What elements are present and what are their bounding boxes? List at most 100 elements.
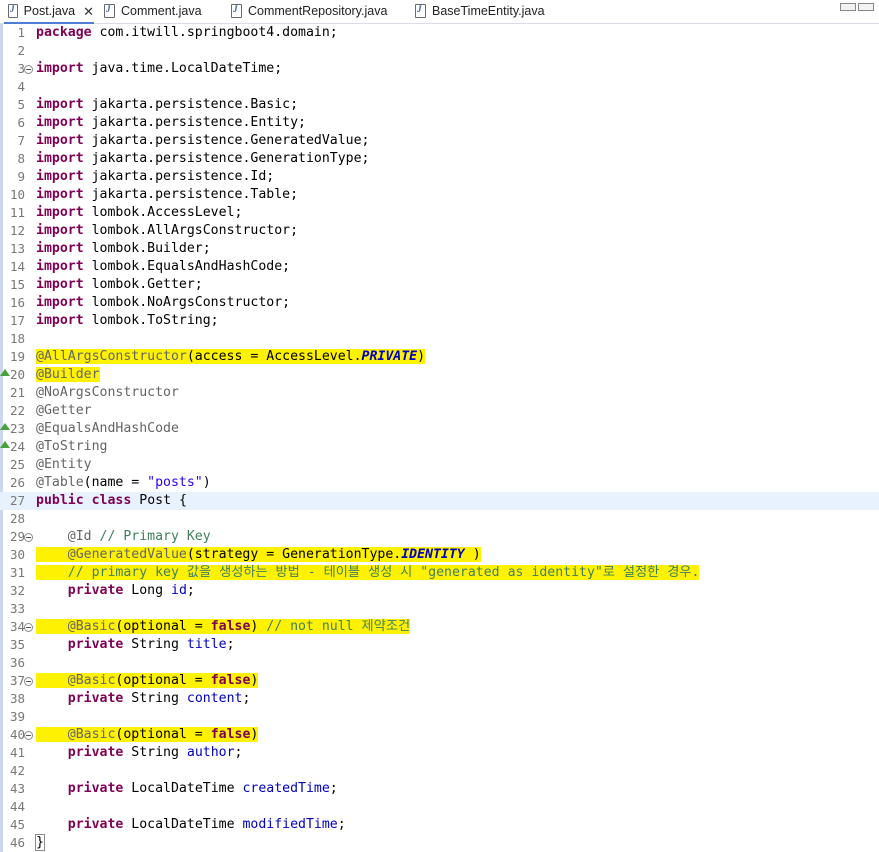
tab-base-time-entity-java[interactable]: BaseTimeEntity.java bbox=[415, 0, 545, 22]
code-line[interactable]: 22 @Getter bbox=[0, 402, 879, 420]
code-line[interactable]: 19 @AllArgsConstructor(access = AccessLev… bbox=[0, 348, 879, 366]
code-token: ) bbox=[464, 547, 481, 562]
code-line[interactable]: 29 @Id // Primary Key bbox=[0, 528, 879, 546]
code-line[interactable]: 33 bbox=[0, 600, 879, 618]
minimize-button[interactable] bbox=[840, 3, 856, 11]
code-line[interactable]: 8 import jakarta.persistence.GenerationTy… bbox=[0, 150, 879, 168]
code-line[interactable]: 3 import java.time.LocalDateTime; bbox=[0, 60, 879, 78]
code-token: import bbox=[36, 133, 84, 148]
code-line[interactable]: 31 // primary key 값을 생성하는 방법 - 테이블 생성 시 … bbox=[0, 564, 879, 582]
code-line[interactable]: 34 @Basic(optional = false) // not null … bbox=[0, 618, 879, 636]
code-token: jakarta.persistence.Basic; bbox=[91, 97, 299, 112]
code-text: private String content; bbox=[36, 690, 251, 708]
close-icon[interactable]: ✕ bbox=[83, 5, 94, 18]
editor-tab-bar: Post.java ✕ Comment.java CommentReposito… bbox=[0, 0, 879, 24]
fold-toggle-icon[interactable] bbox=[24, 677, 33, 686]
code-line[interactable]: 36 bbox=[0, 654, 879, 672]
code-editor[interactable]: 1 package com.itwill.springboot4.domain; 2… bbox=[0, 24, 879, 852]
line-number: 19 bbox=[9, 349, 25, 364]
code-line[interactable]: 14 import lombok.EqualsAndHashCode; bbox=[0, 258, 879, 276]
code-line[interactable]: 27 public class Post { bbox=[0, 492, 879, 510]
tab-comment-java[interactable]: Comment.java bbox=[104, 0, 202, 22]
code-token: IDENTITY bbox=[401, 547, 465, 562]
code-line[interactable]: 16 import lombok.NoArgsConstructor; bbox=[0, 294, 879, 312]
line-number: 32 bbox=[9, 583, 25, 598]
code-line[interactable]: 11 import lombok.AccessLevel; bbox=[0, 204, 879, 222]
code-line[interactable]: 1 package com.itwill.springboot4.domain; bbox=[0, 24, 879, 42]
line-number: 38 bbox=[9, 691, 25, 706]
code-line[interactable]: 40 @Basic(optional = false) bbox=[0, 726, 879, 744]
java-file-icon bbox=[8, 4, 18, 18]
line-number: 15 bbox=[9, 277, 25, 292]
line-number: 2 bbox=[17, 43, 25, 58]
fold-toggle-icon[interactable] bbox=[24, 533, 33, 542]
code-token: import bbox=[36, 151, 84, 166]
code-token: ; bbox=[337, 817, 346, 832]
line-number: 21 bbox=[9, 385, 25, 400]
line-number: 20 bbox=[9, 367, 25, 382]
code-line[interactable]: 12 import lombok.AllArgsConstructor; bbox=[0, 222, 879, 240]
code-line[interactable]: 6 import jakarta.persistence.Entity; bbox=[0, 114, 879, 132]
code-line[interactable]: 44 bbox=[0, 798, 879, 816]
code-line[interactable]: 5 import jakarta.persistence.Basic; bbox=[0, 96, 879, 114]
code-line[interactable]: 46} bbox=[0, 834, 879, 852]
code-text: @Basic(optional = false) bbox=[36, 672, 259, 690]
code-text: private String author; bbox=[36, 744, 243, 762]
code-line[interactable]: 37 @Basic(optional = false) bbox=[0, 672, 879, 690]
code-line[interactable]: 43 private LocalDateTime createdTime; bbox=[0, 780, 879, 798]
code-line[interactable]: 18 bbox=[0, 330, 879, 348]
code-line[interactable]: 17 import lombok.ToString; bbox=[0, 312, 879, 330]
code-line[interactable]: 2 bbox=[0, 42, 879, 60]
code-token: Post { bbox=[139, 493, 187, 508]
code-line[interactable]: 21 @NoArgsConstructor bbox=[0, 384, 879, 402]
line-number: 3 bbox=[17, 61, 25, 76]
fold-toggle-icon[interactable] bbox=[24, 731, 33, 740]
line-number: 36 bbox=[9, 655, 25, 670]
maximize-button[interactable] bbox=[858, 3, 874, 11]
line-number: 40 bbox=[9, 727, 25, 742]
code-line[interactable]: 38 private String content; bbox=[0, 690, 879, 708]
code-token: title bbox=[186, 637, 227, 652]
code-line[interactable]: 13 import lombok.Builder; bbox=[0, 240, 879, 258]
code-line[interactable]: 39 bbox=[0, 708, 879, 726]
code-line[interactable]: 9 import jakarta.persistence.Id; bbox=[0, 168, 879, 186]
code-token: import bbox=[36, 61, 84, 76]
code-line[interactable]: 26 @Table(name = "posts") bbox=[0, 474, 879, 492]
code-text: } bbox=[35, 834, 45, 852]
code-line[interactable]: 30 @GeneratedValue(strategy = Generation… bbox=[0, 546, 879, 564]
code-line[interactable]: 25 @Entity bbox=[0, 456, 879, 474]
code-line[interactable]: 23 @EqualsAndHashCode bbox=[0, 420, 879, 438]
code-token: lombok.NoArgsConstructor; bbox=[91, 295, 291, 310]
code-text: import lombok.Builder; bbox=[36, 240, 211, 258]
line-number: 1 bbox=[17, 25, 25, 40]
code-token: (name = bbox=[83, 475, 148, 490]
code-token: lombok.Builder; bbox=[91, 241, 211, 256]
code-line[interactable]: 45 private LocalDateTime modifiedTime; bbox=[0, 816, 879, 834]
code-token: lombok.ToString; bbox=[91, 313, 219, 328]
fold-toggle-icon[interactable] bbox=[24, 623, 33, 632]
code-line[interactable]: 4 bbox=[0, 78, 879, 96]
code-line[interactable]: 32 private Long id; bbox=[0, 582, 879, 600]
code-line[interactable]: 42 bbox=[0, 762, 879, 780]
tab-comment-repository-java[interactable]: CommentRepository.java bbox=[231, 0, 387, 22]
line-number: 43 bbox=[9, 781, 25, 796]
code-line[interactable]: 7 import jakarta.persistence.GeneratedVal… bbox=[0, 132, 879, 150]
code-line[interactable]: 35 private String title; bbox=[0, 636, 879, 654]
code-line[interactable]: 10 import jakarta.persistence.Table; bbox=[0, 186, 879, 204]
code-line[interactable]: 24 @ToString bbox=[0, 438, 879, 456]
code-token: import bbox=[36, 187, 84, 202]
line-number: 45 bbox=[9, 817, 25, 832]
line-number: 46 bbox=[9, 835, 25, 850]
line-number: 26 bbox=[9, 475, 25, 490]
code-line[interactable]: 15 import lombok.Getter; bbox=[0, 276, 879, 294]
line-number: 16 bbox=[9, 295, 25, 310]
tab-post-java[interactable]: Post.java ✕ bbox=[4, 0, 94, 24]
line-number: 7 bbox=[17, 133, 25, 148]
code-text: public class Post { bbox=[36, 492, 187, 510]
code-line[interactable]: 41 private String author; bbox=[0, 744, 879, 762]
code-line[interactable]: 28 bbox=[0, 510, 879, 528]
code-line[interactable]: 20 @Builder bbox=[0, 366, 879, 384]
fold-toggle-icon[interactable] bbox=[24, 65, 33, 74]
